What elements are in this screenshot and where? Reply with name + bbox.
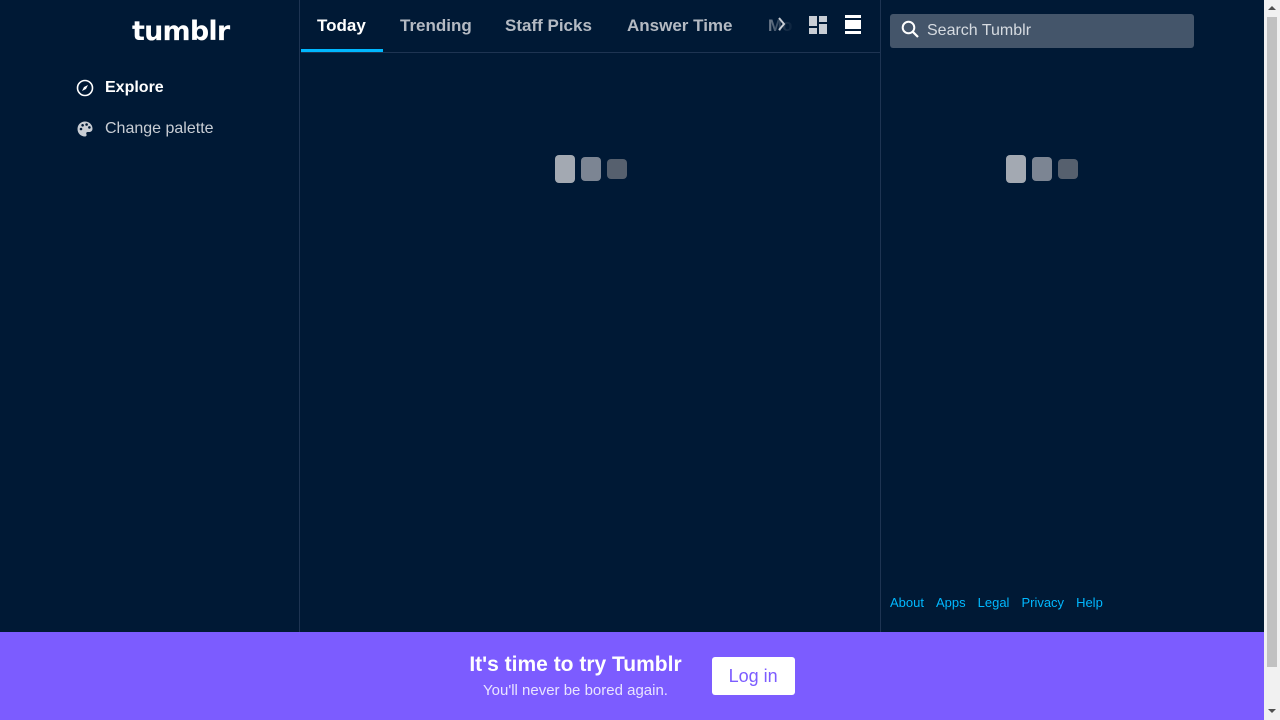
footer-link-help[interactable]: Help (1076, 595, 1103, 610)
banner-subtitle: You'll never be bored again. (483, 682, 668, 699)
scroll-up-icon[interactable] (1268, 6, 1276, 10)
search-input[interactable] (927, 22, 1187, 40)
footer-link-privacy[interactable]: Privacy (1021, 595, 1064, 610)
scroll-down-icon[interactable] (1268, 709, 1276, 713)
active-tab-indicator (301, 49, 383, 52)
banner-title: It's time to try Tumblr (469, 653, 682, 676)
sidebar-item-change-palette[interactable]: Change palette (76, 120, 214, 138)
loader-bar (1058, 159, 1078, 179)
footer-link-legal[interactable]: Legal (978, 595, 1010, 610)
right-sidebar: About Apps Legal Privacy Help (882, 0, 1264, 632)
tab-answer-time[interactable]: Answer Time (627, 0, 733, 52)
tab-today[interactable]: Today (317, 0, 366, 52)
sidebar-item-label: Explore (105, 79, 164, 96)
footer-link-apps[interactable]: Apps (936, 595, 966, 610)
footer-link-about[interactable]: About (890, 595, 924, 610)
list-view-icon[interactable] (845, 15, 861, 35)
compass-icon (76, 79, 94, 97)
footer-links: About Apps Legal Privacy Help (890, 595, 1103, 610)
loader-bar (607, 159, 627, 179)
page-scrollbar[interactable] (1264, 0, 1280, 720)
search-icon (901, 20, 919, 43)
loader-bar (1032, 157, 1052, 181)
sidebar-item-label: Change palette (105, 120, 214, 137)
banner-text: It's time to try Tumblr You'll never be … (469, 653, 681, 699)
loader-bar (581, 157, 601, 181)
signup-banner: It's time to try Tumblr You'll never be … (0, 632, 1264, 720)
tab-staff-picks[interactable]: Staff Picks (505, 0, 592, 52)
scrollbar-thumb[interactable] (1267, 17, 1277, 667)
search-box[interactable] (890, 14, 1194, 48)
chevron-right-icon[interactable] (775, 14, 789, 34)
grid-view-icon[interactable] (809, 16, 827, 34)
loading-indicator (555, 155, 627, 183)
left-sidebar: tumblr Explore Change palette (0, 0, 300, 632)
main-feed: Today Trending Staff Picks Answer Time M… (301, 0, 881, 632)
palette-icon (76, 120, 94, 138)
tab-trending[interactable]: Trending (400, 0, 472, 52)
loader-bar (555, 155, 575, 183)
sidebar-item-explore[interactable]: Explore (76, 79, 164, 97)
login-button[interactable]: Log in (711, 657, 795, 695)
loading-indicator (1006, 155, 1078, 183)
explore-tabs: Today Trending Staff Picks Answer Time M… (301, 0, 881, 53)
tumblr-logo[interactable]: tumblr (132, 16, 230, 47)
loader-bar (1006, 155, 1026, 183)
